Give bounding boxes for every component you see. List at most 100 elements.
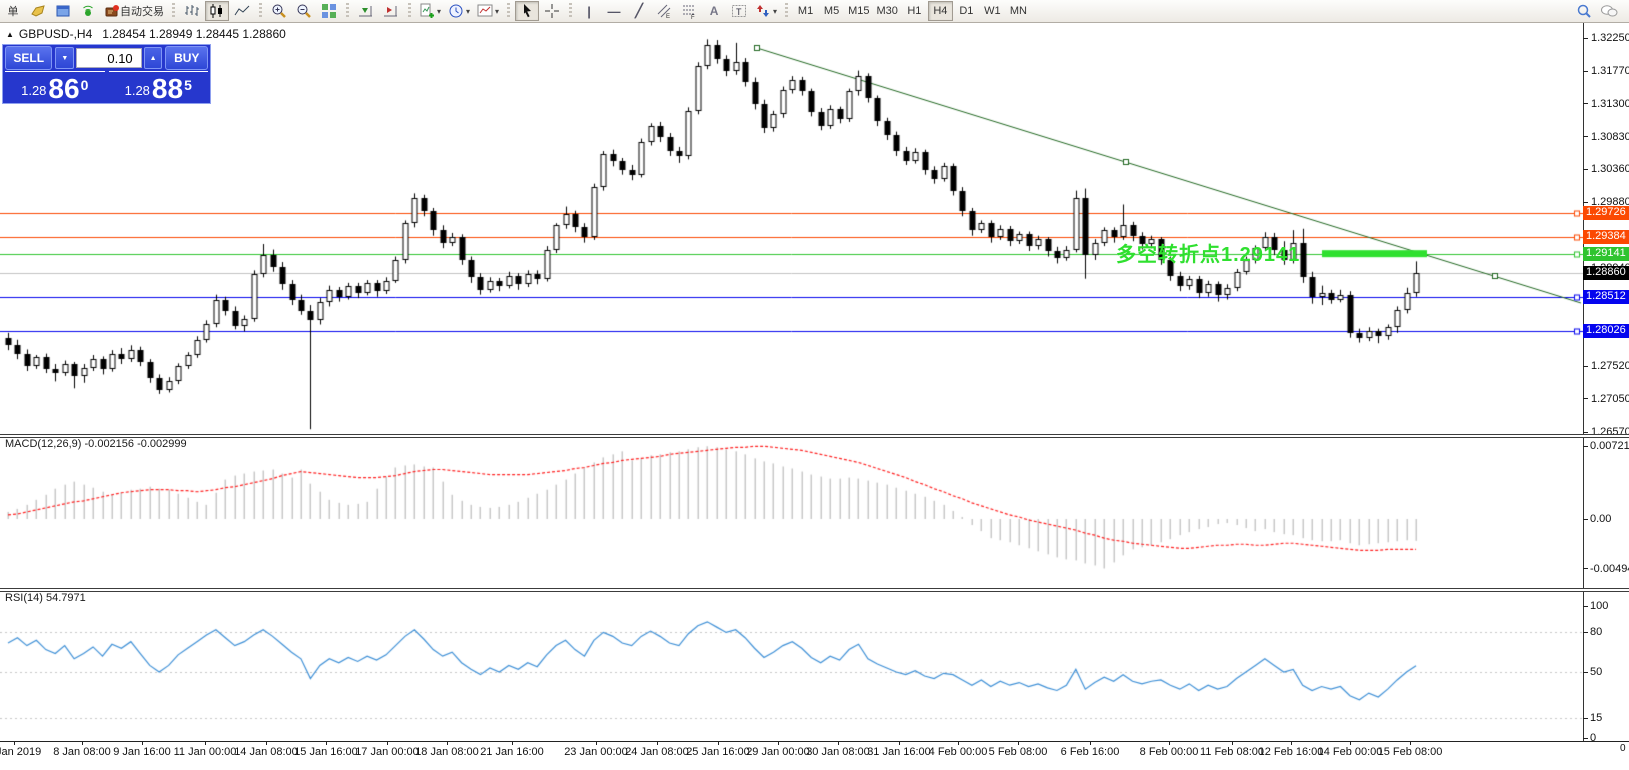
fibonacci-button[interactable]: F xyxy=(677,1,701,21)
channel-icon: E xyxy=(656,3,672,19)
arrows-icon xyxy=(755,3,771,19)
line-chart-button[interactable] xyxy=(230,1,254,21)
tile-windows-button[interactable] xyxy=(317,1,341,21)
chart-shift-icon xyxy=(383,3,399,19)
price-chart-canvas[interactable] xyxy=(0,23,1583,770)
bar-chart-button[interactable] xyxy=(180,1,204,21)
periods-button[interactable]: ▾ xyxy=(445,1,473,21)
new-order-button[interactable]: 单 xyxy=(1,1,25,21)
time-axis-label: 21 Jan 16:00 xyxy=(480,746,544,758)
chart-profile-button[interactable] xyxy=(26,1,50,21)
autotrading-button[interactable]: 自动交易 xyxy=(101,1,167,21)
collapse-arrow-icon[interactable]: ▲ xyxy=(6,30,14,39)
chart-symbol-period: GBPUSD-,H4 xyxy=(19,27,92,41)
search-button[interactable] xyxy=(1572,1,1596,21)
trendline-button[interactable]: ╱ xyxy=(627,1,651,21)
time-axis-line xyxy=(0,741,1629,742)
rsi-axis-label: 50 xyxy=(1590,666,1602,678)
signals-button[interactable] xyxy=(76,1,100,21)
price-axis-tick-label: 1.31300 xyxy=(1591,98,1629,110)
bar-chart-icon xyxy=(184,3,200,19)
buy-button[interactable]: BUY xyxy=(165,46,208,70)
time-axis-label: 30 Jan 08:00 xyxy=(806,746,870,758)
equidistant-channel-button[interactable]: E xyxy=(652,1,676,21)
new-order-label: 单 xyxy=(8,3,19,19)
chart-shift-button[interactable] xyxy=(379,1,403,21)
rsi-axis-label: 0 xyxy=(1590,732,1596,744)
price-axis-tick-label: 1.30830 xyxy=(1591,131,1629,143)
zoom-out-button[interactable] xyxy=(292,1,316,21)
svg-text:F: F xyxy=(691,15,695,19)
chevron-down-icon: ▾ xyxy=(773,7,777,16)
rsi-axis-label: 100 xyxy=(1590,600,1608,612)
toolbar-grip xyxy=(408,3,411,19)
sell-price[interactable]: 1.28 86 0 xyxy=(5,71,105,104)
auto-scroll-button[interactable] xyxy=(354,1,378,21)
autotrading-label: 自动交易 xyxy=(120,3,164,19)
timeframe-button-m5[interactable]: M5 xyxy=(819,1,844,21)
mt4-window: 单 自动交易 xyxy=(0,0,1629,770)
corner-zero-label: 0 xyxy=(1620,743,1626,754)
time-axis-label: 14 Feb 00:00 xyxy=(1318,746,1383,758)
templates-button[interactable]: ▾ xyxy=(474,1,502,21)
horizontal-line-button[interactable]: — xyxy=(602,1,626,21)
price-axis-line xyxy=(1583,23,1584,741)
volume-decrease-button[interactable]: ▼ xyxy=(55,47,74,69)
timeframe-button-h4[interactable]: H4 xyxy=(928,1,953,21)
text-label-button[interactable]: T xyxy=(727,1,751,21)
toolbar-grip xyxy=(569,3,572,19)
chat-button[interactable] xyxy=(1597,1,1621,21)
vertical-line-button[interactable]: | xyxy=(577,1,601,21)
indicators-button[interactable]: ▾ xyxy=(416,1,444,21)
timeframe-button-m1[interactable]: M1 xyxy=(793,1,818,21)
toolbar-grip xyxy=(259,3,262,19)
price-axis-tickmark xyxy=(1583,202,1588,203)
rsi-axis-tickmark xyxy=(1583,672,1588,673)
sell-price-pip: 0 xyxy=(81,68,89,102)
time-axis-label: 11 Jan 00:00 xyxy=(174,746,237,758)
price-level-label: 1.29726 xyxy=(1583,206,1629,220)
time-axis-label: 6 Feb 16:00 xyxy=(1061,746,1120,758)
svg-text:T: T xyxy=(736,7,742,17)
macd-values: -0.002156 -0.002999 xyxy=(84,438,186,450)
timeframe-button-m15[interactable]: M15 xyxy=(845,1,872,21)
window-icon xyxy=(55,3,71,19)
price-axis-tickmark xyxy=(1583,366,1588,367)
buy-price[interactable]: 1.28 88 5 xyxy=(109,71,209,104)
pane-separator-macd[interactable] xyxy=(0,434,1629,438)
crosshair-button[interactable] xyxy=(540,1,564,21)
time-axis-label: 18 Jan 08:00 xyxy=(415,746,479,758)
price-level-label: 1.29384 xyxy=(1583,230,1629,244)
chart-annotation-text[interactable]: 多空转折点1.29141 xyxy=(1116,238,1300,267)
time-axis-label: 7 Jan 2019 xyxy=(0,746,41,758)
profile-icon xyxy=(30,3,46,19)
price-axis-tickmark xyxy=(1583,71,1588,72)
buy-price-pip: 5 xyxy=(184,68,192,102)
arrows-button[interactable]: ▾ xyxy=(752,1,780,21)
signal-icon xyxy=(80,3,96,19)
price-axis-tick-label: 1.27050 xyxy=(1591,393,1629,405)
timeframe-button-m30[interactable]: M30 xyxy=(873,1,900,21)
rsi-pane-label: RSI(14) 54.7971 xyxy=(5,592,86,604)
text-button[interactable]: A xyxy=(702,1,726,21)
candlestick-chart-button[interactable] xyxy=(205,1,229,21)
rsi-axis-label: 15 xyxy=(1590,712,1602,724)
volume-increase-button[interactable]: ▲ xyxy=(144,47,163,69)
market-watch-button[interactable] xyxy=(51,1,75,21)
price-axis-tickmark xyxy=(1583,432,1588,433)
rsi-axis-tickmark xyxy=(1583,606,1588,607)
timeframe-button-mn[interactable]: MN xyxy=(1006,1,1031,21)
volume-input[interactable]: 0.10 xyxy=(76,48,141,68)
pane-separator-rsi[interactable] xyxy=(0,588,1629,592)
time-axis-label: 17 Jan 00:00 xyxy=(355,746,419,758)
sell-button[interactable]: SELL xyxy=(5,46,52,70)
crosshair-icon xyxy=(544,3,560,19)
macd-axis-tickmark xyxy=(1583,446,1588,447)
timeframe-button-w1[interactable]: W1 xyxy=(980,1,1005,21)
timeframe-button-d1[interactable]: D1 xyxy=(954,1,979,21)
macd-axis-label: 0.00 xyxy=(1590,513,1611,525)
zoom-in-button[interactable] xyxy=(267,1,291,21)
cursor-button[interactable] xyxy=(515,1,539,21)
timeframe-button-h1[interactable]: H1 xyxy=(902,1,927,21)
price-axis-tickmark xyxy=(1583,169,1588,170)
